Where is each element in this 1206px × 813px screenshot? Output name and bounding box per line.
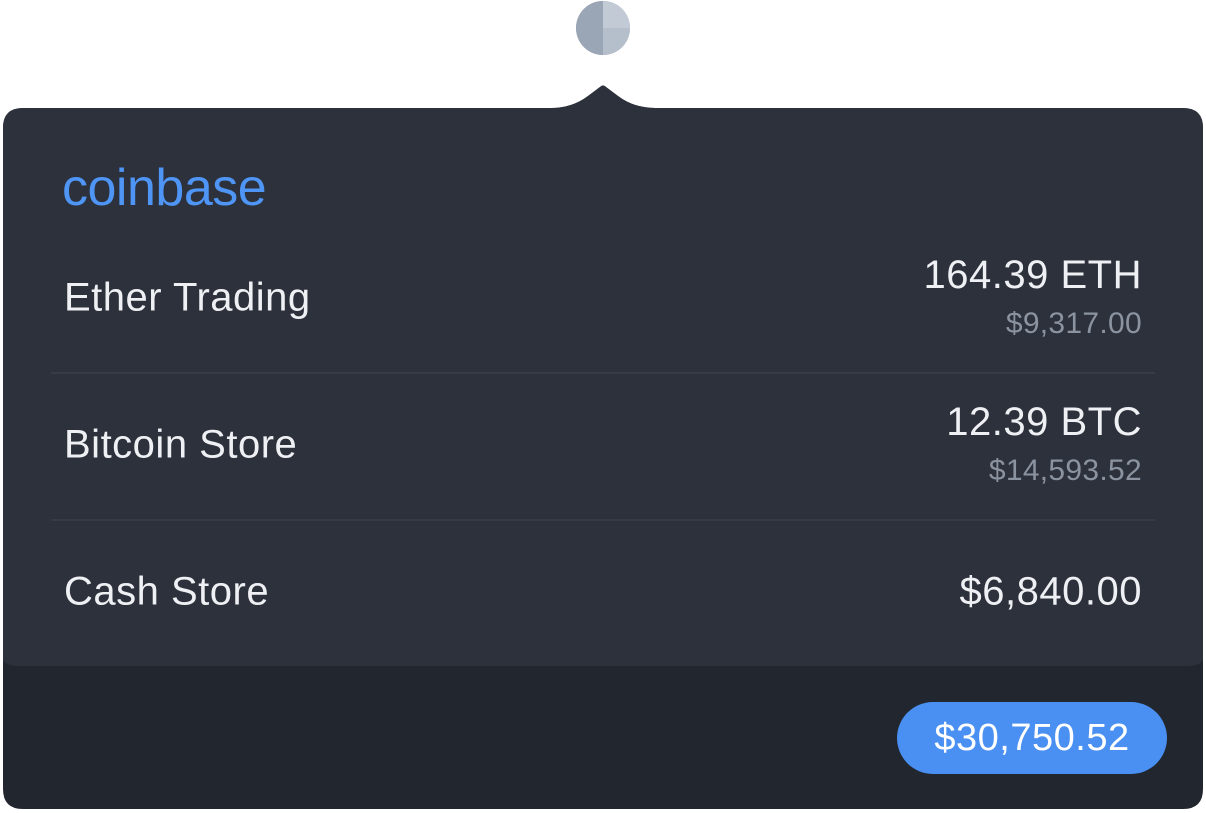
menubar-popover-stage: coinbase Ether Trading 164.39 ETH $9,317… — [0, 0, 1206, 813]
account-row-bitcoin-store[interactable]: Bitcoin Store 12.39 BTC $14,593.52 — [3, 372, 1203, 518]
total-balance-badge[interactable]: $30,750.52 — [897, 702, 1167, 774]
account-name: Ether Trading — [64, 275, 311, 320]
fiat-balance: $14,593.52 — [988, 454, 1142, 487]
crypto-balance: 164.39 ETH — [923, 253, 1142, 297]
crypto-balance: 12.39 BTC — [946, 400, 1142, 444]
cash-balance: $6,840.00 — [959, 569, 1142, 614]
coinbase-logo: coinbase — [62, 159, 267, 217]
account-name: Bitcoin Store — [64, 422, 298, 467]
popover-content: coinbase Ether Trading 164.39 ETH $9,317… — [3, 108, 1203, 666]
account-row-cash-store[interactable]: Cash Store $6,840.00 — [3, 519, 1203, 665]
account-row-ether-trading[interactable]: Ether Trading 164.39 ETH $9,317.00 — [3, 225, 1203, 371]
fiat-balance: $9,317.00 — [1005, 307, 1142, 340]
account-name: Cash Store — [64, 569, 270, 614]
